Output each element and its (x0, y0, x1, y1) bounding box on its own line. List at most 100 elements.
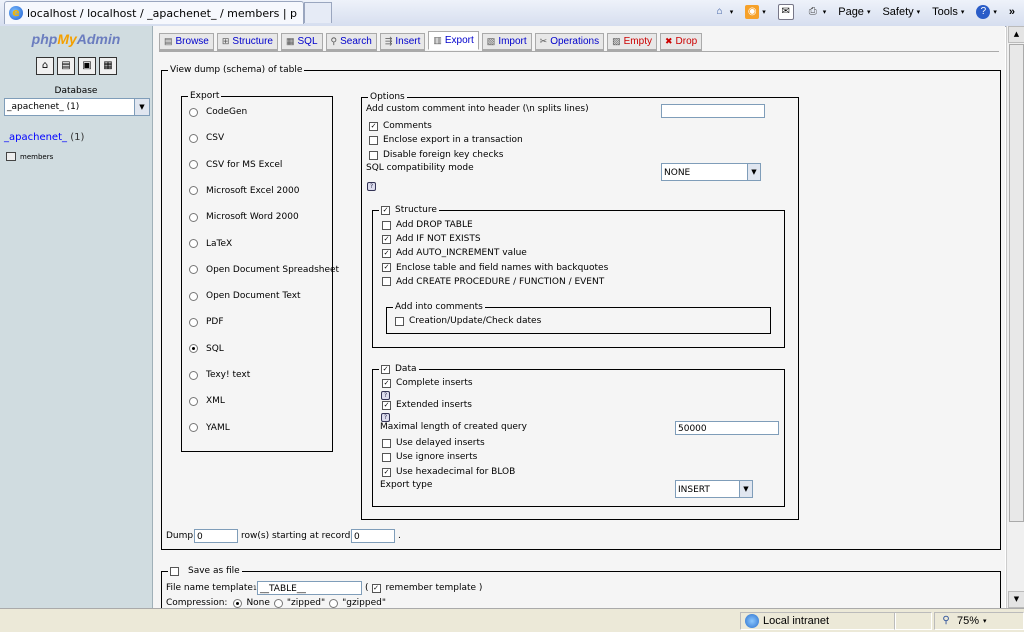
tab-sql[interactable]: ▦ SQL (281, 33, 323, 51)
home-icon[interactable]: ⌂ (36, 57, 54, 75)
database-select[interactable]: _apachenet_ (1) ▼ (4, 98, 150, 116)
export-format-radio[interactable] (189, 239, 198, 248)
export-format-option[interactable]: PDF (189, 317, 224, 327)
save-as-file-checkbox[interactable] (170, 567, 179, 576)
structure-option-checkbox[interactable] (382, 277, 391, 287)
structure-option[interactable]: Add AUTO_INCREMENT value (382, 248, 527, 258)
structure-legend[interactable]: Structure (379, 205, 439, 216)
extended-inserts-option[interactable]: Extended inserts (382, 400, 472, 410)
structure-checkbox[interactable] (381, 206, 390, 215)
structure-option-checkbox[interactable] (382, 263, 391, 273)
docs-icon[interactable]: ▣ (78, 57, 96, 75)
vertical-scrollbar[interactable]: ▲ ▼ (1006, 26, 1024, 608)
delayed-inserts-option[interactable]: Use delayed inserts (382, 438, 485, 448)
export-format-radio[interactable] (189, 160, 198, 170)
export-format-option[interactable]: CSV for MS Excel (189, 160, 282, 170)
browser-tab[interactable]: e localhost / localhost / _apachenet_ / … (4, 1, 304, 24)
dump-rows-input[interactable]: 0 (194, 529, 238, 543)
database-link[interactable]: _apachenet_ (1) (4, 132, 84, 143)
print-button[interactable]: ⎙ ▾ (803, 5, 830, 19)
compression-gzip-radio[interactable] (329, 598, 339, 608)
tab-structure[interactable]: ⊞ Structure (216, 33, 278, 51)
export-format-radio[interactable] (189, 107, 198, 117)
ignore-inserts-option[interactable]: Use ignore inserts (382, 452, 477, 462)
help-icon[interactable]: ? (367, 182, 376, 191)
tab-drop[interactable]: ✖ Drop (659, 33, 703, 51)
export-format-radio[interactable] (189, 370, 198, 380)
export-format-option[interactable]: XML (189, 396, 225, 406)
export-format-option[interactable]: Texy! text (189, 370, 250, 380)
structure-option-checkbox[interactable] (382, 248, 391, 258)
file-template-input[interactable]: __TABLE__ (257, 581, 362, 595)
query-window-icon[interactable]: ▤ (57, 57, 75, 75)
structure-option[interactable]: Add IF NOT EXISTS (382, 234, 481, 244)
hex-blob-checkbox[interactable] (382, 467, 391, 477)
new-tab-button[interactable] (304, 2, 332, 23)
phpmyadmin-logo[interactable]: phpMyAdmin (0, 31, 152, 47)
save-as-file-legend[interactable]: Save as file (168, 566, 242, 577)
export-type-select[interactable]: INSERT ▼ (675, 480, 753, 498)
mail-button[interactable]: ✉ (775, 4, 797, 20)
disable-fk-option[interactable]: Disable foreign key checks (369, 150, 503, 160)
max-length-input[interactable]: 50000 (675, 421, 779, 435)
hex-blob-option[interactable]: Use hexadecimal for BLOB (382, 467, 515, 477)
page-menu[interactable]: Page ▾ (835, 6, 873, 18)
export-format-option[interactable]: SQL (189, 344, 224, 354)
export-format-radio[interactable] (189, 291, 198, 301)
comments-checkbox[interactable] (369, 121, 378, 131)
structure-option[interactable]: Enclose table and field names with backq… (382, 263, 608, 273)
scroll-up-icon[interactable]: ▲ (1008, 26, 1024, 43)
home-button[interactable]: ⌂ ▾ (710, 5, 737, 19)
safety-menu[interactable]: Safety ▾ (879, 6, 923, 18)
protected-mode[interactable] (894, 612, 932, 630)
comments-option[interactable]: Comments (369, 121, 432, 131)
export-format-radio[interactable] (189, 317, 198, 327)
complete-inserts-checkbox[interactable] (382, 378, 391, 388)
scroll-down-icon[interactable]: ▼ (1008, 591, 1024, 608)
chevron-more-icon[interactable]: » (1006, 6, 1018, 18)
export-format-option[interactable]: Microsoft Excel 2000 (189, 186, 299, 196)
export-format-radio[interactable] (189, 344, 198, 354)
structure-option[interactable]: Add DROP TABLE (382, 220, 473, 230)
mysql-docs-icon[interactable]: ▦ (99, 57, 117, 75)
export-format-option[interactable]: Microsoft Word 2000 (189, 212, 299, 222)
creation-dates-checkbox[interactable] (395, 316, 404, 326)
export-format-radio[interactable] (189, 133, 198, 143)
structure-option[interactable]: Add CREATE PROCEDURE / FUNCTION / EVENT (382, 277, 604, 287)
export-format-option[interactable]: CodeGen (189, 107, 247, 117)
help-icon[interactable]: ? (381, 391, 390, 400)
export-format-option[interactable]: Open Document Spreadsheet (189, 265, 339, 275)
tab-import[interactable]: ▧ Import (481, 33, 532, 51)
data-checkbox[interactable] (381, 365, 390, 374)
tab-operations[interactable]: ✂ Operations (534, 33, 605, 51)
zoom-control[interactable]: ⚲ 75% ▾ (934, 612, 1024, 630)
export-format-radio[interactable] (189, 423, 198, 433)
start-record-input[interactable]: 0 (351, 529, 395, 543)
compression-none-radio[interactable] (233, 598, 243, 608)
remember-template-checkbox[interactable] (371, 583, 381, 593)
tab-empty[interactable]: ▨ Empty (607, 33, 657, 51)
tab-export[interactable]: ▥ Export (428, 31, 479, 50)
security-zone[interactable]: Local intranet (740, 612, 896, 630)
export-format-option[interactable]: LaTeX (189, 239, 232, 249)
help-icon[interactable]: ? (381, 413, 390, 422)
enclose-transaction-checkbox[interactable] (369, 135, 378, 145)
extended-inserts-checkbox[interactable] (382, 400, 391, 410)
remember-template-option[interactable]: (remember template ) (365, 583, 482, 593)
export-format-radio[interactable] (189, 186, 198, 196)
complete-inserts-option[interactable]: Complete inserts (382, 378, 473, 388)
structure-option-checkbox[interactable] (382, 220, 391, 230)
creation-dates-option[interactable]: Creation/Update/Check dates (395, 316, 541, 326)
table-list-item[interactable]: members (6, 152, 53, 161)
tools-menu[interactable]: Tools ▾ (929, 6, 967, 18)
ignore-inserts-checkbox[interactable] (382, 452, 391, 462)
feeds-button[interactable]: ◉ ▾ (742, 5, 769, 19)
disable-fk-checkbox[interactable] (369, 150, 378, 160)
comment-header-input[interactable] (661, 104, 765, 118)
enclose-transaction-option[interactable]: Enclose export in a transaction (369, 135, 523, 145)
export-format-radio[interactable] (189, 396, 198, 406)
delayed-inserts-checkbox[interactable] (382, 438, 391, 448)
help-button[interactable]: ? ▾ (973, 5, 1000, 19)
data-legend[interactable]: Data (379, 364, 419, 375)
structure-option-checkbox[interactable] (382, 234, 391, 244)
